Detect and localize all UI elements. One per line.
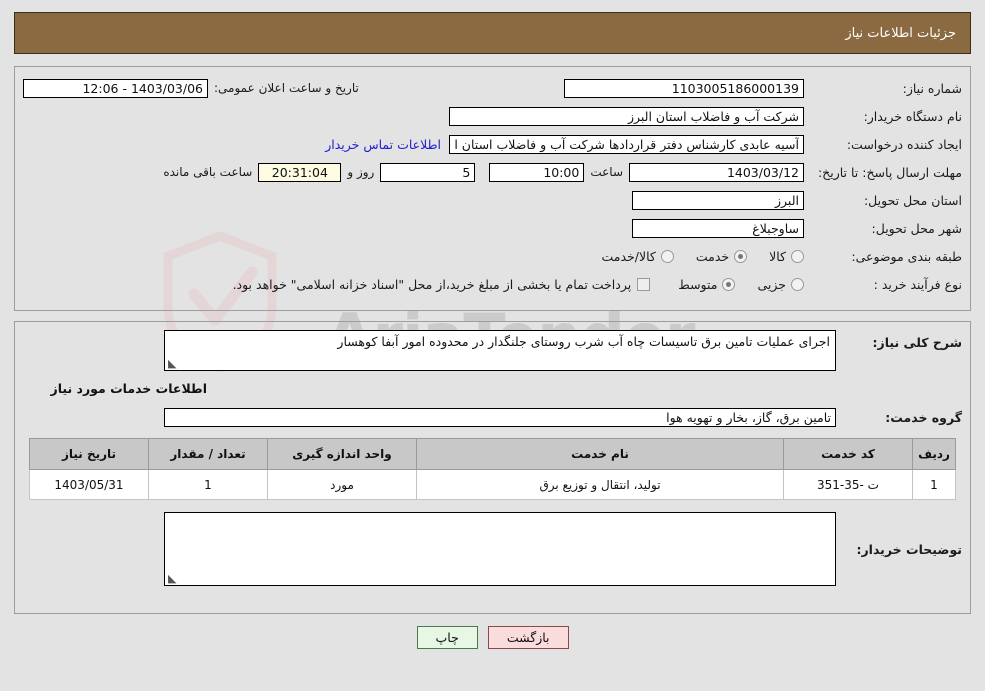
row-city: شهر محل تحویل: [23, 217, 962, 239]
row-service-group: گروه خدمت: [23, 406, 962, 428]
buyer-org-label: نام دستگاه خریدار: [863, 108, 962, 124]
resize-grip-icon[interactable]: ◢ [168, 572, 178, 585]
cell-unit: مورد [267, 469, 417, 500]
category-option-kala-khedmat[interactable]: کالا/خدمت [601, 248, 674, 264]
province-input[interactable] [632, 190, 804, 210]
cell-name: تولید، انتقال و توزیع برق [416, 469, 784, 500]
category-label: طبقه بندی موضوعی: [851, 248, 962, 264]
column-header-unit: واحد اندازه گیری [267, 438, 417, 470]
need-details-panel: شرح کلی نیاز: اجرای عملیات تامین برق تاس… [14, 321, 971, 614]
category-option-label: کالا [769, 248, 786, 264]
back-button[interactable]: بازگشت [487, 626, 569, 649]
category-option-kala[interactable]: کالا [769, 249, 804, 264]
radio-icon[interactable] [660, 249, 674, 263]
row-creator: ایجاد کننده درخواست: اطلاعات تماس خریدار [23, 133, 962, 155]
row-category: طبقه بندی موضوعی: کالا خدمت کالا/خدمت [23, 245, 962, 267]
radio-icon[interactable] [734, 249, 748, 263]
buyer-notes-label: توضیحات خریدار: [856, 541, 962, 557]
cell-date: 1403/05/31 [29, 469, 149, 500]
radio-icon[interactable] [722, 277, 736, 291]
deadline-date-input[interactable] [629, 162, 804, 182]
category-option-label: خدمت [695, 248, 730, 264]
service-group-input[interactable] [164, 407, 836, 427]
row-need-summary: شرح کلی نیاز: اجرای عملیات تامین برق تاس… [23, 330, 962, 371]
category-option-khedmat[interactable]: خدمت [695, 248, 748, 264]
province-label: استان محل تحویل: [863, 192, 962, 208]
city-label: شهر محل تحویل: [871, 220, 962, 236]
page-root: AriaTender جزئیات اطلاعات نیاز شماره نیا… [0, 0, 985, 691]
category-option-label: کالا/خدمت [601, 248, 656, 264]
creator-label: ایجاد کننده درخواست: [846, 136, 962, 152]
process-option-jozii[interactable]: جزیی [757, 277, 804, 292]
need-info-panel: شماره نیاز: تاریخ و ساعت اعلان عمومی: نا… [14, 66, 971, 311]
services-table: ردیف کد خدمت نام خدمت واحد اندازه گیری ت… [29, 438, 956, 500]
buyer-notes-textarea[interactable]: ◢ [164, 512, 836, 586]
radio-icon[interactable] [791, 277, 804, 291]
remaining-days-input[interactable] [380, 162, 476, 182]
process-label: نوع فرآیند خرید : [873, 276, 962, 292]
row-need-number: شماره نیاز: تاریخ و ساعت اعلان عمومی: [23, 77, 962, 99]
button-bar: بازگشت چاپ [0, 626, 985, 649]
need-number-label: شماره نیاز: [902, 80, 962, 96]
row-process-type: نوع فرآیند خرید : جزیی متوسط پرداخت تمام… [23, 273, 962, 295]
need-summary-textarea[interactable]: اجرای عملیات تامین برق تاسیسات چاه آب شر… [164, 330, 836, 371]
column-header-qty: تعداد / مقدار [148, 438, 268, 470]
treasury-checkbox-label: پرداخت تمام یا بخشی از مبلغ خرید،از محل … [232, 276, 632, 292]
publish-date-label: تاریخ و ساعت اعلان عمومی: [214, 81, 359, 95]
need-number-input[interactable] [564, 78, 804, 98]
city-input[interactable] [632, 218, 804, 238]
category-radio-group: کالا خدمت کالا/خدمت [579, 249, 804, 264]
page-title: جزئیات اطلاعات نیاز [845, 25, 956, 41]
window-titlebar: جزئیات اطلاعات نیاز [14, 12, 971, 54]
buyer-org-input[interactable] [449, 106, 804, 126]
table-row: 1 ت -35-351 تولید، انتقال و توزیع برق مو… [29, 469, 956, 500]
days-label: روز و [347, 165, 375, 179]
buyer-contact-link[interactable]: اطلاعات تماس خریدار [317, 137, 449, 152]
remaining-suffix-label: ساعت باقی مانده [163, 165, 253, 179]
deadline-time-label: ساعت [590, 165, 623, 179]
treasury-checkbox-row[interactable]: پرداخت تمام یا بخشی از مبلغ خرید،از محل … [233, 277, 651, 292]
publish-date-input[interactable] [23, 78, 208, 98]
resize-grip-icon[interactable]: ◢ [168, 357, 178, 370]
process-radio-group: جزیی متوسط [656, 277, 804, 292]
process-option-label: جزیی [757, 276, 786, 292]
column-header-radif: ردیف [912, 438, 956, 470]
checkbox-icon[interactable] [637, 277, 651, 291]
process-option-label: متوسط [678, 276, 718, 292]
print-button[interactable]: چاپ [416, 626, 478, 649]
cell-qty: 1 [148, 469, 268, 500]
need-summary-text: اجرای عملیات تامین برق تاسیسات چاه آب شر… [337, 334, 830, 349]
deadline-label: مهلت ارسال پاسخ: تا تاریخ: [817, 164, 962, 180]
column-header-name: نام خدمت [416, 438, 784, 470]
cell-code: ت -35-351 [783, 469, 913, 500]
process-option-motavaset[interactable]: متوسط [678, 276, 736, 292]
column-header-date: تاریخ نیاز [29, 438, 149, 470]
creator-input[interactable] [449, 134, 804, 154]
need-summary-label: شرح کلی نیاز: [872, 335, 962, 350]
column-header-code: کد خدمت [783, 438, 913, 470]
services-table-wrapper: ردیف کد خدمت نام خدمت واحد اندازه گیری ت… [29, 438, 956, 500]
deadline-time-input[interactable] [489, 162, 585, 182]
cell-radif: 1 [912, 469, 956, 500]
row-buyer-org: نام دستگاه خریدار: [23, 105, 962, 127]
services-section-title: اطلاعات خدمات مورد نیاز [50, 381, 208, 396]
table-header-row: ردیف کد خدمت نام خدمت واحد اندازه گیری ت… [29, 438, 956, 470]
remaining-countdown-input[interactable] [258, 162, 342, 182]
row-province: استان محل تحویل: [23, 189, 962, 211]
radio-icon[interactable] [791, 249, 804, 263]
row-deadline: مهلت ارسال پاسخ: تا تاریخ: ساعت روز و سا… [23, 161, 962, 183]
row-buyer-notes: توضیحات خریدار: ◢ [23, 512, 962, 586]
service-group-label: گروه خدمت: [885, 409, 962, 425]
